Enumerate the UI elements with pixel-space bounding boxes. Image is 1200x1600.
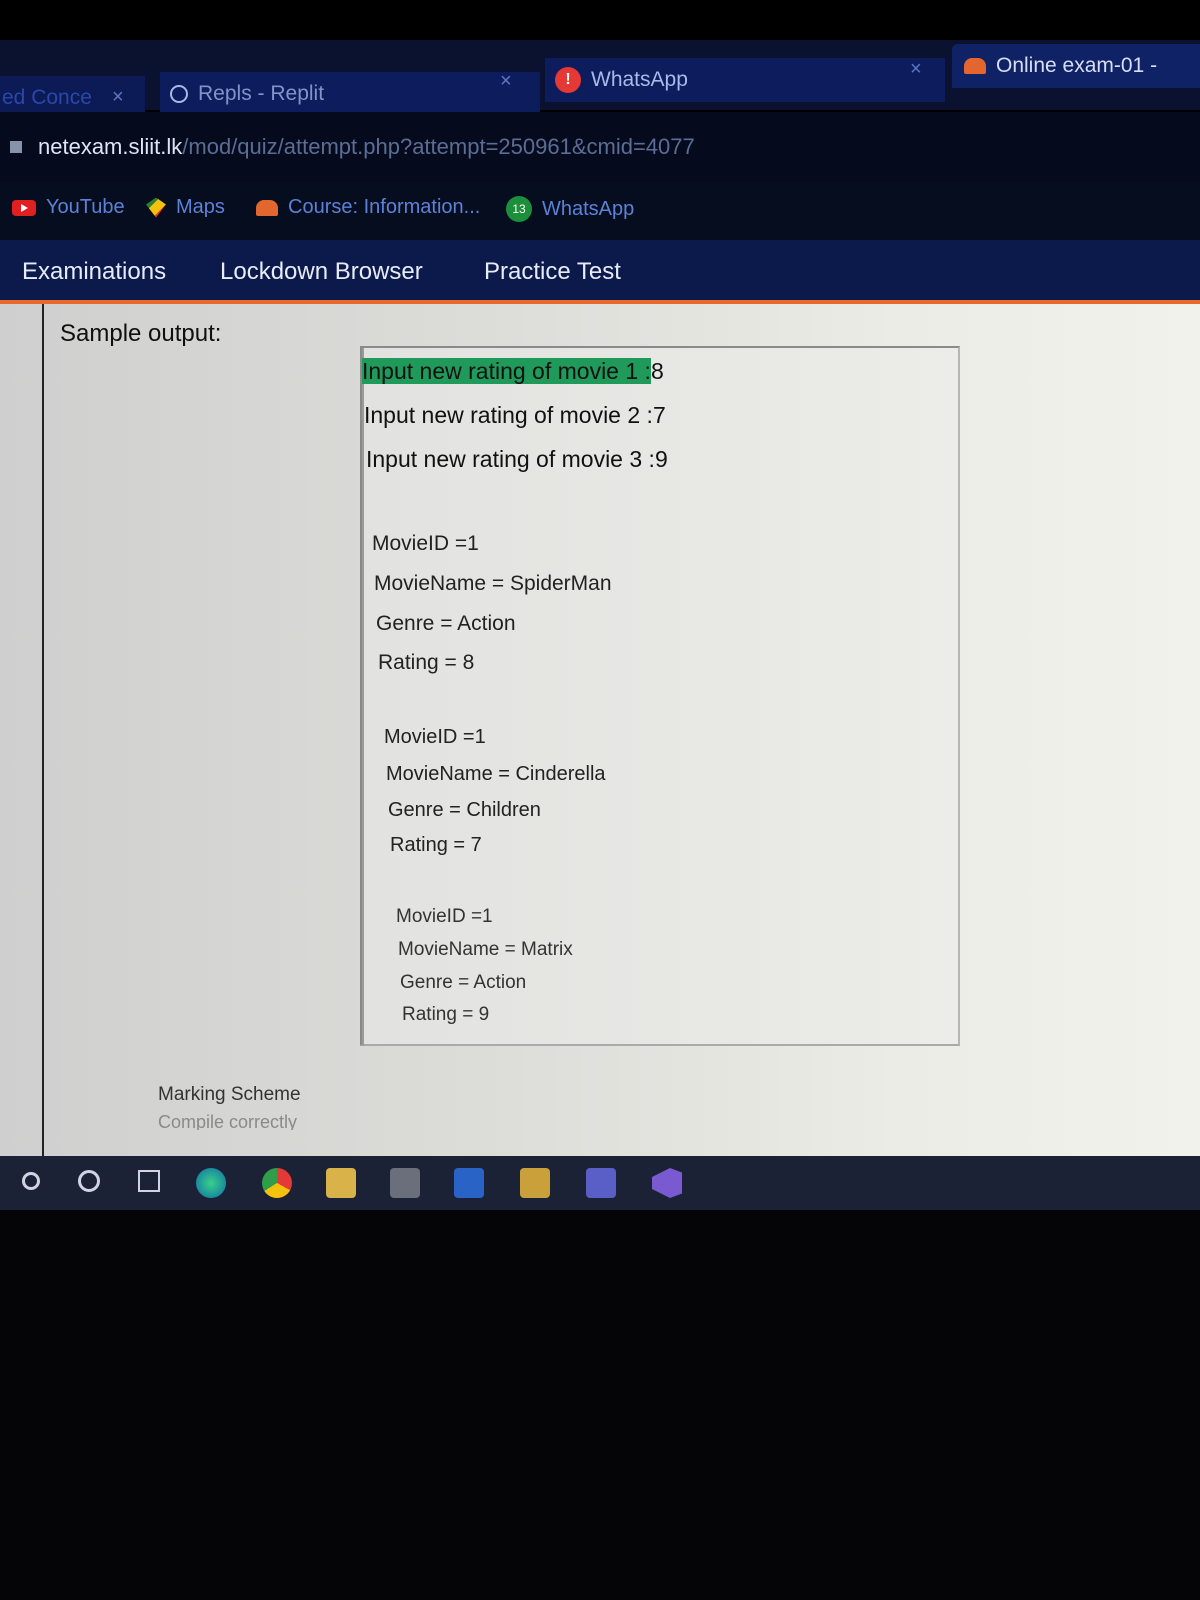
whatsapp-alert-icon: ! xyxy=(555,67,581,93)
tab-replit-label: Repls - Replit xyxy=(198,82,325,105)
mail-icon[interactable] xyxy=(454,1168,484,1198)
bookmark-course[interactable]: Course: Information... xyxy=(256,196,480,219)
movie-1-id: MovieID =1 xyxy=(372,532,479,555)
input-prompt-3-text: Input new rating of movie 3 : xyxy=(366,446,655,472)
input-value-3: 9 xyxy=(654,446,668,472)
address-bar[interactable]: netexam.sliit.lk /mod/quiz/attempt.php?a… xyxy=(0,112,1200,182)
input-prompt-1-text: Input new rating of movie 1 : xyxy=(362,358,651,384)
replit-icon xyxy=(170,85,188,103)
movie-3-genre: Genre = Action xyxy=(400,972,527,993)
address-host: netexam.sliit.lk xyxy=(38,134,183,159)
youtube-icon xyxy=(12,199,36,216)
moodle-icon xyxy=(256,199,278,216)
address-path: /mod/quiz/attempt.php?attempt=250961&cmi… xyxy=(182,134,695,159)
movie-2-id: MovieID =1 xyxy=(384,726,486,748)
input-prompt-2: Input new rating of movie 2 :7 xyxy=(364,402,666,429)
store-icon[interactable] xyxy=(390,1168,420,1198)
whatsapp-icon: 13 xyxy=(506,196,532,222)
marking-scheme-first-item: Compile correctly xyxy=(158,1112,298,1130)
laptop-bezel xyxy=(0,1210,1200,1600)
input-prompt-1: Input new rating of movie 1 :8 xyxy=(362,358,664,385)
movie-2-name: MovieName = Cinderella xyxy=(386,763,606,785)
sticky-notes-icon[interactable] xyxy=(520,1168,550,1198)
nav-examinations[interactable]: Examinations xyxy=(22,258,166,286)
input-value-1: 8 xyxy=(650,358,664,384)
bookmark-whatsapp-label: WhatsApp xyxy=(542,197,635,220)
file-explorer-icon[interactable] xyxy=(326,1168,356,1198)
cortana-icon[interactable] xyxy=(78,1170,100,1192)
site-info-icon[interactable] xyxy=(10,141,22,153)
output-box-rule xyxy=(362,348,364,1046)
chrome-icon[interactable] xyxy=(262,1168,292,1198)
movie-2-genre: Genre = Children xyxy=(388,799,541,821)
movie-1-rating: Rating = 8 xyxy=(378,651,475,674)
tab-previous-close-icon[interactable]: × xyxy=(112,86,124,109)
tab-replit[interactable]: Repls - Replit xyxy=(160,72,540,116)
quiz-page: Sample output: Input new rating of movie… xyxy=(0,304,1200,1156)
visual-studio-icon[interactable] xyxy=(652,1168,682,1198)
movie-3-name: MovieName = Matrix xyxy=(398,939,573,960)
bookmark-youtube[interactable]: YouTube xyxy=(12,196,125,219)
movie-1-genre: Genre = Action xyxy=(376,612,516,635)
teams-icon[interactable] xyxy=(586,1168,616,1198)
tab-replit-close-icon[interactable]: × xyxy=(500,70,512,93)
sample-output-heading: Sample output: xyxy=(60,320,222,347)
moodle-icon xyxy=(964,58,986,74)
movie-2-rating: Rating = 7 xyxy=(390,834,482,856)
bookmark-course-label: Course: Information... xyxy=(288,196,481,218)
marking-scheme-heading: Marking Scheme xyxy=(158,1084,301,1105)
windows-taskbar xyxy=(0,1156,1200,1210)
bookmark-maps[interactable]: Maps xyxy=(146,196,225,219)
tab-whatsapp[interactable]: ! WhatsApp xyxy=(545,58,945,102)
tab-online-exam[interactable]: Online exam-01 - xyxy=(952,44,1200,88)
maps-icon xyxy=(146,197,166,218)
tab-whatsapp-label: WhatsApp xyxy=(591,68,688,91)
input-prompt-2-text: Input new rating of movie 2 : xyxy=(364,402,653,428)
movie-1-name: MovieName = SpiderMan xyxy=(374,572,612,595)
movie-3-id: MovieID =1 xyxy=(396,906,493,927)
input-value-2: 7 xyxy=(652,402,666,428)
input-prompt-3: Input new rating of movie 3 :9 xyxy=(366,446,668,473)
edge-icon[interactable] xyxy=(196,1168,226,1198)
content-left-border xyxy=(42,304,44,1156)
tab-previous-label: ed Conce xyxy=(2,86,92,109)
sample-output-box: Input new rating of movie 1 :8 Input new… xyxy=(360,346,960,1046)
bookmark-whatsapp[interactable]: 13 WhatsApp xyxy=(506,196,634,222)
tab-online-exam-label: Online exam-01 - xyxy=(996,54,1158,77)
task-view-icon[interactable] xyxy=(138,1170,160,1192)
search-icon[interactable] xyxy=(22,1172,40,1190)
bookmark-maps-label: Maps xyxy=(176,196,225,218)
tab-whatsapp-close-icon[interactable]: × xyxy=(910,58,922,81)
bookmark-youtube-label: YouTube xyxy=(46,196,125,218)
bookmarks-bar: YouTube Maps Course: Information... 13 W… xyxy=(0,182,1200,240)
movie-3-rating: Rating = 9 xyxy=(402,1004,490,1025)
nav-lockdown-browser[interactable]: Lockdown Browser xyxy=(220,258,423,286)
nav-practice-test[interactable]: Practice Test xyxy=(484,258,621,286)
site-navigation: Examinations Lockdown Browser Practice T… xyxy=(0,240,1200,304)
